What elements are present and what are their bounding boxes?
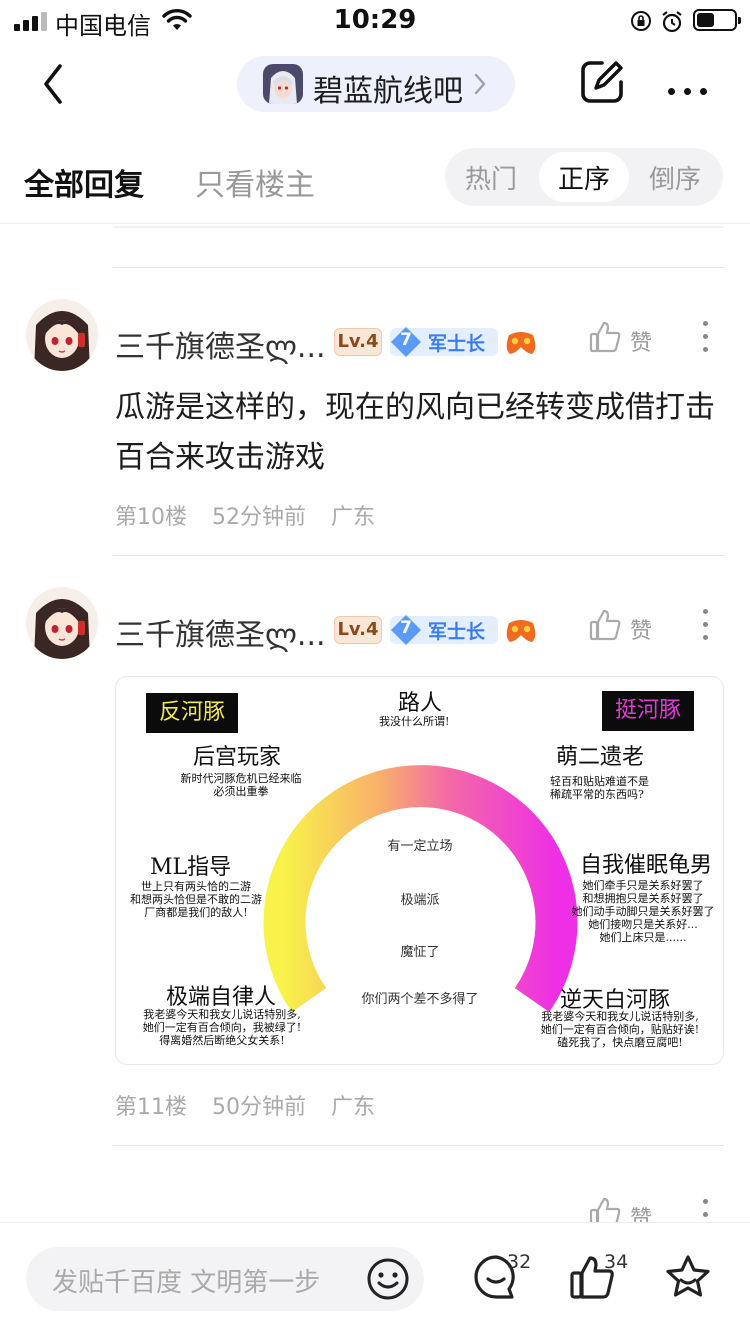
like-label[interactable]: 赞 [630, 613, 652, 645]
username[interactable]: 三千旗德圣ლ... [115, 610, 326, 654]
right-tag: 挺河豚 [602, 691, 694, 731]
status-bar: 中国电信 10:29 [0, 0, 750, 44]
divider [113, 226, 724, 228]
level-badge: Lv.4 [334, 328, 382, 356]
floor-number: 第10楼 [115, 505, 187, 530]
chevron-right-icon [474, 73, 486, 95]
rank-title: 军士长 [428, 333, 486, 355]
avatar[interactable] [26, 299, 98, 371]
post-menu-icon[interactable] [703, 321, 709, 360]
tab-all-replies[interactable]: 全部回复 [24, 160, 144, 204]
post-menu-icon[interactable] [703, 609, 709, 648]
label-r3-sub: 我老婆今天和我女儿说话特别多, 她们一定有百合倾向，贴贴好诶! 磕死我了，快点磨豆腐… [540, 1010, 700, 1049]
sort-switch: 热门 正序 倒序 [445, 148, 723, 206]
label-r2-sub: 她们牵手只是关系好罢了 和想拥抱只是关系好罢了 她们动手动脚只是关系好罢了 她们接吻只… [571, 879, 715, 944]
left-tag: 反河豚 [146, 693, 238, 733]
avatar[interactable] [26, 587, 98, 659]
label-passerby: 路人 [398, 691, 443, 716]
rank-number: 7 [400, 330, 412, 350]
label-l1: 后宫玩家 [193, 745, 282, 770]
divider [113, 267, 724, 268]
label-l3-sub: 我老婆今天和我女儿说话特别多, 她们一定有百合倾向，我被绿了! 得离婚然后断绝父女关… [142, 1008, 302, 1047]
alarm-icon [662, 11, 682, 33]
like-icon[interactable] [588, 608, 622, 642]
label-l2: ML指导 [150, 855, 232, 880]
post-location: 广东 [331, 505, 376, 530]
rank-badge: 7 军士长 [390, 615, 498, 645]
label-l2-sub: 世上只有两头恰的二游 和想两头恰但是不敢的二游 厂商都是我们的敌人! [130, 880, 262, 919]
forum-avatar [263, 64, 303, 104]
center-label-2: 极端派 [400, 893, 440, 908]
rank-number: 7 [400, 618, 412, 638]
right-tag-text: 挺河豚 [614, 698, 681, 723]
battery-icon [693, 9, 741, 31]
left-tag-text: 反河豚 [158, 700, 225, 725]
forum-name: 碧蓝航线吧 [313, 74, 463, 109]
post-content: 瓜游是这样的，现在的风向已经转变成借打击百合来攻击游戏 [115, 390, 715, 475]
sort-hot[interactable]: 热门 [465, 159, 517, 196]
comment-count: 32 [507, 1251, 532, 1273]
divider [113, 1145, 724, 1146]
gamepad-icon [506, 332, 536, 354]
forum-entry[interactable]: 碧蓝航线吧 [237, 56, 515, 112]
post-image[interactable]: 反河豚 挺河豚 路人 我没什么所谓! 后宫玩家 新时代河豚危机已经来临 必须出重拳… [115, 676, 724, 1065]
username[interactable]: 三千旗德圣ლ... [115, 322, 326, 366]
floor-number: 第11楼 [115, 1095, 187, 1120]
rotation-lock-icon [631, 11, 651, 31]
post-location: 广东 [331, 1095, 376, 1120]
like-icon[interactable] [588, 320, 622, 354]
rank-title: 军士长 [428, 621, 486, 643]
center-label-4: 你们两个差不多得了 [361, 992, 479, 1007]
favorite-star-icon[interactable] [664, 1253, 712, 1301]
gamepad-icon [506, 620, 536, 642]
sort-ascending[interactable]: 正序 [558, 159, 610, 196]
emoji-icon[interactable] [366, 1257, 410, 1301]
label-r1: 萌二遗老 [556, 745, 645, 770]
like-label[interactable]: 赞 [630, 325, 652, 357]
rank-badge: 7 军士长 [390, 327, 498, 357]
tab-owner-only[interactable]: 只看楼主 [195, 160, 315, 204]
level-badge: Lv.4 [334, 616, 382, 644]
center-label-3: 魔怔了 [400, 945, 440, 960]
center-label-1: 有一定立场 [387, 839, 453, 854]
edit-icon[interactable] [578, 58, 626, 106]
label-l3: 极端自律人 [166, 985, 277, 1010]
like-count: 34 [604, 1251, 629, 1273]
sort-descending[interactable]: 倒序 [649, 159, 701, 196]
divider [113, 555, 724, 556]
label-r1-sub: 轻百和贴贴难道不是 稀疏平常的东西吗? [550, 775, 649, 801]
reply-input-placeholder: 发贴千百度 文明第一步 [52, 1268, 321, 1298]
post-time: 50分钟前 [212, 1095, 306, 1120]
back-icon[interactable] [38, 62, 68, 106]
label-passerby-sub: 我没什么所谓! [379, 715, 450, 728]
post-meta: 第11楼 50分钟前 广东 [115, 1089, 393, 1121]
post-meta: 第10楼 52分钟前 广东 [115, 499, 393, 531]
post-time: 52分钟前 [212, 505, 306, 530]
more-options-icon[interactable] [668, 80, 716, 99]
label-r2: 自我催眠龟男 [580, 853, 713, 878]
nav-bar: 碧蓝航线吧 [0, 44, 750, 124]
label-l1-sub: 新时代河豚危机已经来临 必须出重拳 [180, 772, 302, 798]
reply-tabs: 全部回复 只看楼主 热门 正序 倒序 [0, 140, 750, 224]
bottom-bar: 发贴千百度 文明第一步 32 34 [0, 1222, 750, 1334]
reply-input[interactable]: 发贴千百度 文明第一步 [26, 1247, 424, 1311]
